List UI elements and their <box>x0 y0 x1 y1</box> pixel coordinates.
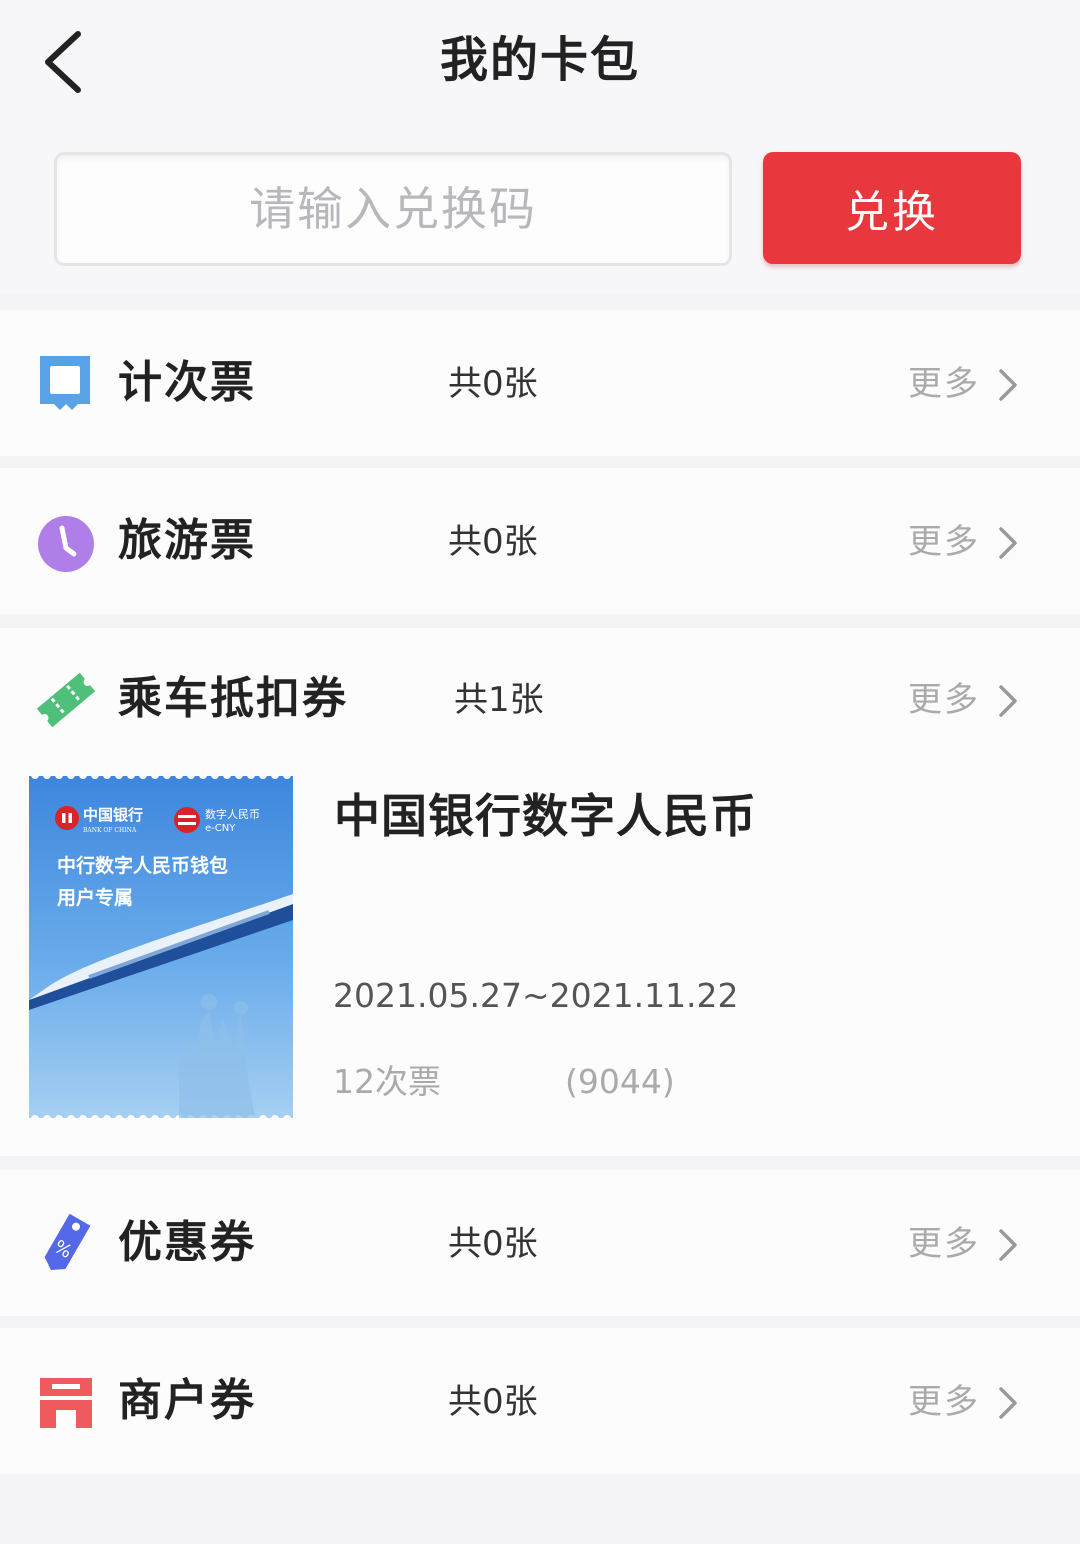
category-name: 旅游票 <box>118 515 256 566</box>
ride-coupon-icon <box>36 672 96 728</box>
ticket-date-range: 2021.05.27~2021.11.22 <box>333 976 739 1015</box>
category-name: 计次票 <box>118 357 256 408</box>
category-name: 乘车抵扣券 <box>118 673 348 724</box>
redeem-code-input[interactable] <box>54 152 732 266</box>
discount-tag-icon: % <box>44 1213 91 1270</box>
redeem-button[interactable]: 兑换 <box>763 152 1021 264</box>
chevron-right-icon <box>999 369 1017 401</box>
category-count: 共0张 <box>448 522 538 562</box>
category-row-ride-coupon[interactable]: 乘车抵扣券 共1张 更多 <box>0 628 1080 768</box>
bank-name-en-text: BANK OF CHINA <box>83 827 137 834</box>
ecny-label-text: 数字人民币 <box>205 807 260 821</box>
bank-name-text: 中国银行 <box>83 806 143 824</box>
chevron-right-icon <box>999 685 1017 717</box>
more-link[interactable]: 更多 <box>908 1222 980 1266</box>
ticket-cover-image[interactable]: 中国银行 BANK OF CHINA 数字人民币 e-CNY 中行数字人民币钱包… <box>29 772 293 1122</box>
chevron-right-icon <box>999 1387 1017 1419</box>
category-count: 共1张 <box>454 680 544 720</box>
bank-of-china-logo: 中国银行 BANK OF CHINA <box>55 806 143 834</box>
more-link[interactable]: 更多 <box>908 362 980 406</box>
category-row-discount-coupon[interactable]: % 优惠券 共0张 更多 <box>0 1170 1080 1316</box>
more-link[interactable]: 更多 <box>908 678 980 722</box>
ticket-kind: 12次票 <box>333 1062 441 1101</box>
more-link[interactable]: 更多 <box>908 520 980 564</box>
category-count: 共0张 <box>448 1382 538 1422</box>
category-name: 优惠券 <box>118 1217 256 1268</box>
ride-coupon-section: 乘车抵扣券 共1张 更多 中国银行 BANK OF CHINA 数字人民币 e-… <box>0 628 1080 1156</box>
ticket-title[interactable]: 中国银行数字人民币 <box>334 786 757 846</box>
category-count: 共0张 <box>448 364 538 404</box>
category-count: 共0张 <box>448 1224 538 1264</box>
clock-icon <box>38 516 94 572</box>
category-row-tour-ticket[interactable]: 旅游票 共0张 更多 <box>0 468 1080 614</box>
ticket-code: (9044) <box>565 1062 675 1101</box>
promo-line-1: 中行数字人民币钱包 <box>57 854 228 877</box>
chevron-right-icon <box>999 1229 1017 1261</box>
category-row-punch-ticket[interactable]: 计次票 共0张 更多 <box>0 310 1080 456</box>
store-icon <box>40 1378 92 1428</box>
bottom-spacer <box>0 1474 1080 1544</box>
chevron-right-icon <box>999 527 1017 559</box>
page-title: 我的卡包 <box>439 32 640 88</box>
ticket-icon <box>40 356 90 410</box>
category-name: 商户券 <box>118 1375 256 1426</box>
category-row-merchant-coupon[interactable]: 商户券 共0张 更多 <box>0 1328 1080 1474</box>
more-link[interactable]: 更多 <box>908 1380 980 1424</box>
promo-line-2: 用户专属 <box>57 886 133 909</box>
redeem-bar: 兑换 <box>0 128 1080 294</box>
nav-header: 我的卡包 <box>0 0 1080 128</box>
ecny-sub-text: e-CNY <box>205 823 236 834</box>
